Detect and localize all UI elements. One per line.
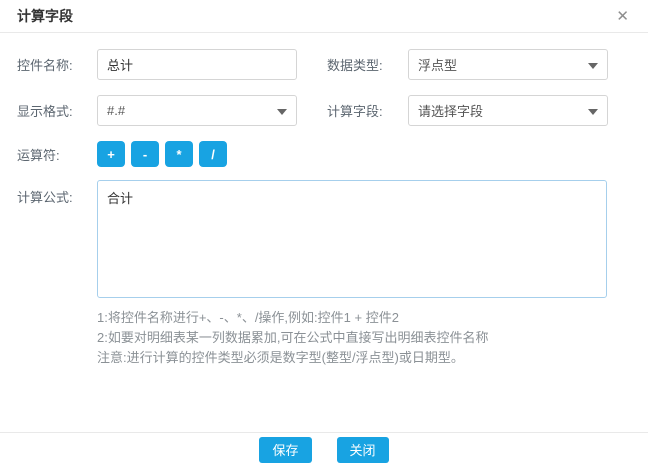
operator-minus-button[interactable]: - [131,141,159,167]
help-text: 1:将控件名称进行+、-、*、/操作,例如:控件1 + 控件2 2:如要对明细表… [97,308,631,368]
chevron-down-icon [588,109,598,115]
dialog-footer: 保存 关闭 [0,432,648,466]
dialog-body: 控件名称: 数据类型: 浮点型 显示格式: #.# 计算字段: 请选择字段 运算… [0,33,648,368]
save-button[interactable]: 保存 [259,437,311,463]
close-icon[interactable]: ✕ [614,7,631,26]
display-format-select[interactable]: #.# [97,95,297,126]
help-line-1: 1:将控件名称进行+、-、*、/操作,例如:控件1 + 控件2 [97,308,631,328]
calc-field-value: 请选择字段 [418,101,483,120]
operators-label: 运算符: [17,145,97,164]
control-name-input[interactable] [97,49,297,80]
operator-divide-button[interactable]: / [199,141,227,167]
row-format-field: 显示格式: #.# 计算字段: 请选择字段 [17,95,631,126]
calc-field-label: 计算字段: [327,101,408,120]
formula-textarea[interactable] [97,180,607,298]
calc-field-select[interactable]: 请选择字段 [408,95,608,126]
calculated-field-dialog: 计算字段 ✕ 控件名称: 数据类型: 浮点型 显示格式: #.# 计算字段: 请… [0,0,648,466]
row-name-type: 控件名称: 数据类型: 浮点型 [17,49,631,80]
data-type-select[interactable]: 浮点型 [408,49,608,80]
display-format-label: 显示格式: [17,101,97,120]
help-line-2: 2:如要对明细表某一列数据累加,可在公式中直接写出明细表控件名称 [97,328,631,348]
chevron-down-icon [277,109,287,115]
close-button[interactable]: 关闭 [337,437,389,463]
operator-plus-button[interactable]: + [97,141,125,167]
control-name-label: 控件名称: [17,55,97,74]
display-format-value: #.# [107,103,125,118]
row-formula: 计算公式: [17,180,631,298]
formula-label: 计算公式: [17,180,97,206]
help-line-3: 注意:进行计算的控件类型必须是数字型(整型/浮点型)或日期型。 [97,348,631,368]
data-type-value: 浮点型 [418,55,457,74]
operator-multiply-button[interactable]: * [165,141,193,167]
row-operators: 运算符: + - * / [17,141,631,167]
chevron-down-icon [588,63,598,69]
data-type-label: 数据类型: [327,55,408,74]
dialog-title: 计算字段 [17,6,73,26]
dialog-header: 计算字段 ✕ [0,0,648,33]
